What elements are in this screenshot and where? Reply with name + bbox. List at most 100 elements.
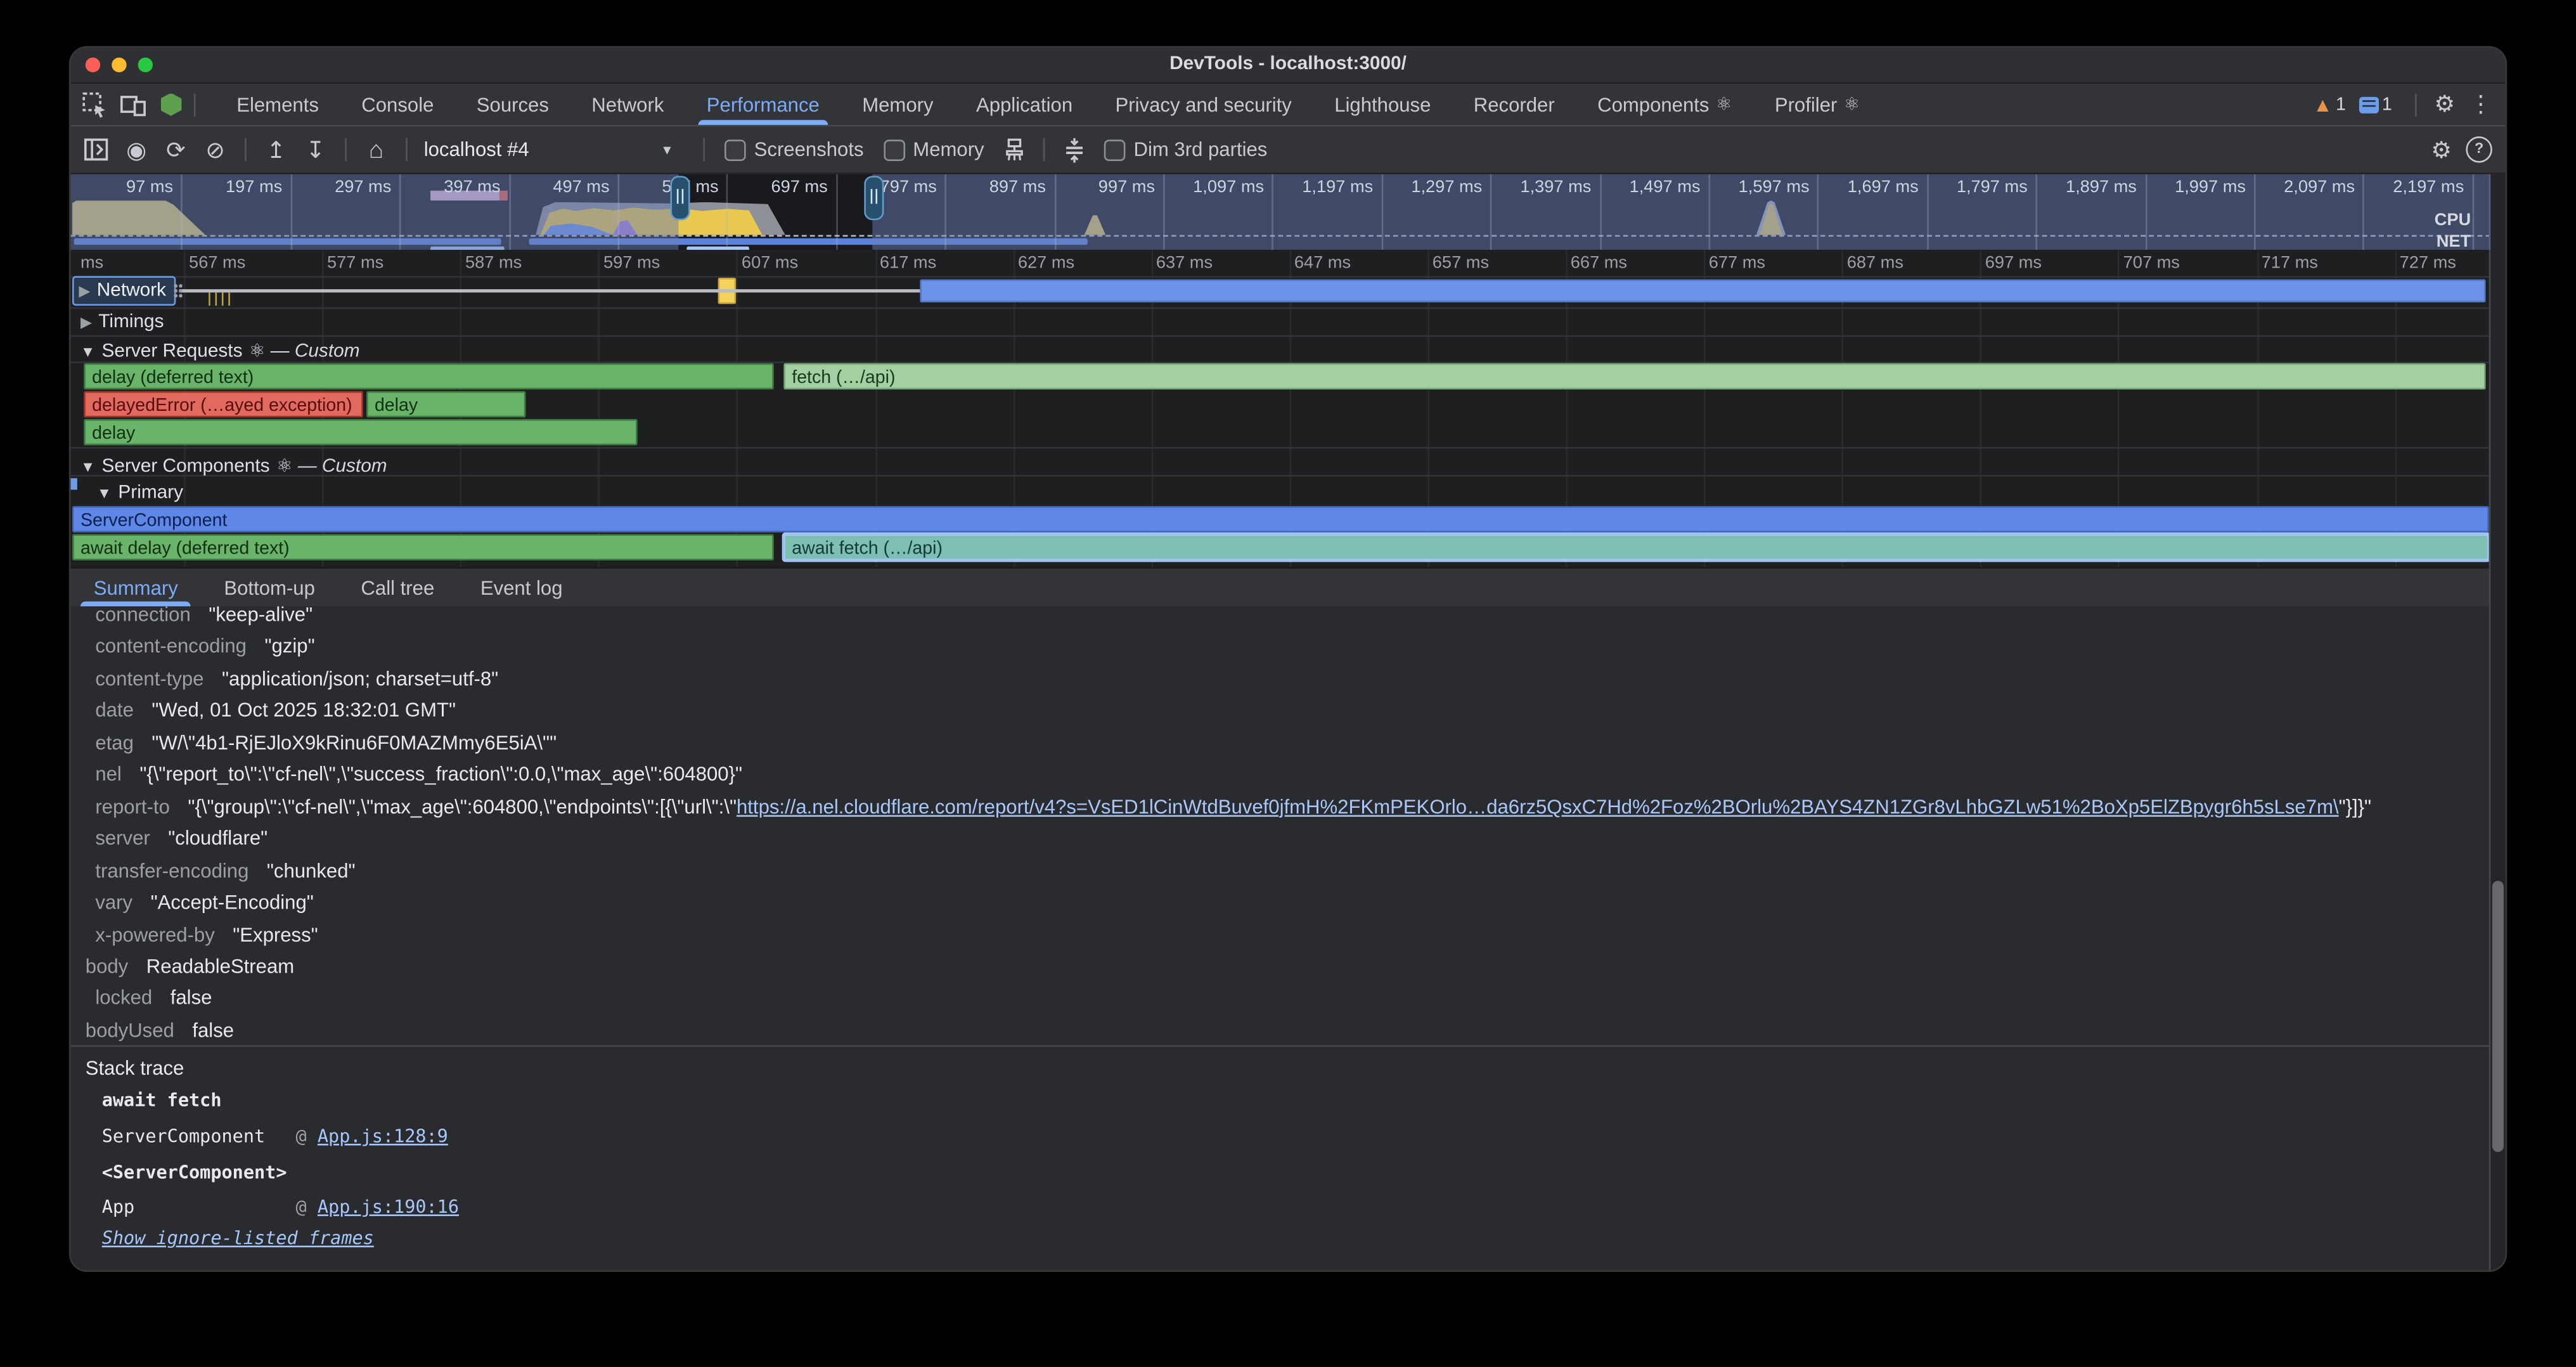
- overview-tick-label: 197 ms: [181, 178, 283, 197]
- window-title: DevTools - localhost:3000/: [70, 48, 2505, 82]
- event-bar[interactable]: fetch (…/api): [783, 363, 2485, 389]
- tab-console[interactable]: Console: [340, 84, 456, 125]
- track-network-label[interactable]: ▶Network: [74, 278, 174, 304]
- event-bar[interactable]: ServerComponent: [72, 506, 2489, 532]
- header-key: vary: [95, 891, 132, 914]
- event-bar[interactable]: delay (deferred text): [84, 363, 774, 389]
- details-tab-call-tree[interactable]: Call tree: [338, 569, 457, 607]
- ruler-tick-label: 607 ms: [742, 253, 798, 273]
- summary-pane: connection"keep-alive"content-encoding"g…: [70, 606, 2490, 1045]
- row-separator: [70, 308, 2490, 309]
- panel-settings-gear-icon[interactable]: ⚙: [2423, 136, 2459, 164]
- record-button[interactable]: ◉: [117, 136, 156, 164]
- source-location-link[interactable]: App.js:128:9: [318, 1125, 448, 1147]
- flame-chart[interactable]: ms567 ms577 ms587 ms597 ms607 ms617 ms62…: [70, 250, 2490, 567]
- header-value: false: [171, 987, 212, 1009]
- header-value: "chunked": [267, 858, 356, 881]
- tab-label: Console: [361, 93, 434, 115]
- header-value: "W/\"4b1-RjEJloX9kRinu6F0MAZMmy6E5iA\"": [151, 731, 557, 754]
- warnings-badge[interactable]: ▲1: [2313, 93, 2346, 115]
- clear-button[interactable]: ⊘: [195, 136, 235, 164]
- extension-icon[interactable]: [158, 91, 184, 117]
- ruler-tick-label: 597 ms: [603, 253, 660, 273]
- event-bar[interactable]: delay: [366, 391, 525, 417]
- tab-elements[interactable]: Elements: [216, 84, 340, 125]
- header-row-transfer-encoding: transfer-encoding"chunked": [70, 855, 2490, 886]
- inspect-element-icon[interactable]: [82, 91, 108, 117]
- history-select[interactable]: localhost #4 ▼: [424, 138, 687, 161]
- overview-tick-label: 97 ms: [71, 178, 173, 197]
- overview-window-left-handle[interactable]: [670, 176, 690, 220]
- header-key: report-to: [95, 795, 170, 818]
- tab-recorder[interactable]: Recorder: [1452, 84, 1576, 125]
- settings-gear-icon[interactable]: ⚙: [2426, 91, 2463, 119]
- more-options-icon[interactable]: ⋮: [2463, 91, 2499, 119]
- tab-performance[interactable]: Performance: [685, 84, 840, 125]
- tab-components[interactable]: Components⚛: [1576, 84, 1753, 125]
- load-profile-icon[interactable]: ↥: [256, 136, 295, 164]
- right-gutter: [2489, 174, 2506, 1271]
- track-drag-handle[interactable]: [172, 283, 183, 299]
- home-icon[interactable]: ⌂: [356, 136, 396, 164]
- details-tab-event-log[interactable]: Event log: [458, 569, 586, 607]
- checkbox-box: [724, 139, 746, 160]
- overview-window-right-handle[interactable]: [864, 176, 884, 220]
- tab-label: Performance: [707, 93, 820, 115]
- event-bar[interactable]: delay: [84, 419, 637, 445]
- track-primary-label[interactable]: ▼Primary: [97, 483, 183, 503]
- overview-tick-label: 297 ms: [290, 178, 392, 197]
- dim-3rd-parties-checkbox[interactable]: Dim 3rd parties: [1104, 138, 1268, 161]
- tab-label: Elements: [236, 93, 319, 115]
- network-request-bar-blue[interactable]: [920, 280, 2485, 302]
- overview-tick-label: 697 ms: [726, 178, 828, 197]
- stack-frame: await fetch: [102, 1089, 222, 1111]
- collect-garbage-icon[interactable]: [994, 138, 1033, 161]
- reload-and-record-button[interactable]: ⟳: [156, 136, 195, 164]
- ruler-tick-label: 697 ms: [1985, 253, 2042, 273]
- help-icon[interactable]: ?: [2466, 136, 2492, 162]
- ruler-unit-label: ms: [80, 253, 103, 273]
- vertical-scrollbar[interactable]: [2492, 881, 2504, 1152]
- toggle-sidebar-icon[interactable]: [77, 138, 117, 161]
- divider: [194, 93, 196, 115]
- memory-checkbox[interactable]: Memory: [884, 138, 984, 161]
- header-row-date: date"Wed, 01 Oct 2025 18:32:01 GMT": [70, 696, 2490, 727]
- tab-network[interactable]: Network: [570, 84, 685, 125]
- cpu-track-label: CPU: [2435, 211, 2471, 230]
- event-bar[interactable]: delayedError (…ayed exception): [84, 391, 363, 417]
- stack-frame: App@ App.js:190:16: [102, 1196, 459, 1218]
- network-event-tick: [228, 292, 230, 306]
- details-tab-bottom-up[interactable]: Bottom-up: [201, 569, 338, 607]
- track-server-components-label[interactable]: ▼Server Components⚛ — Custom: [80, 455, 387, 477]
- ruler-tick-label: 727 ms: [2400, 253, 2456, 273]
- screenshots-checkbox[interactable]: Screenshots: [724, 138, 864, 161]
- tab-label: Sources: [477, 93, 549, 115]
- details-tab-summary[interactable]: Summary: [70, 569, 201, 607]
- overview-tick-label: 597 ms: [617, 178, 719, 197]
- tab-memory[interactable]: Memory: [841, 84, 955, 125]
- show-ignore-listed-frames-link[interactable]: Show ignore-listed frames: [102, 1228, 374, 1249]
- ruler-tick-label: 667 ms: [1571, 253, 1627, 273]
- header-key: nel: [95, 763, 122, 786]
- tab-privacy-and-security[interactable]: Privacy and security: [1094, 84, 1313, 125]
- tab-application[interactable]: Application: [955, 84, 1094, 125]
- tab-profiler[interactable]: Profiler⚛: [1753, 84, 1881, 125]
- tab-lighthouse[interactable]: Lighthouse: [1313, 84, 1453, 125]
- event-bar[interactable]: await delay (deferred text): [72, 534, 774, 560]
- device-toolbar-icon[interactable]: [120, 91, 146, 117]
- header-value: "gzip": [264, 635, 314, 658]
- header-row-server: server"cloudflare": [70, 824, 2490, 855]
- track-server-requests-label[interactable]: ▼Server Requests⚛ — Custom: [80, 340, 360, 362]
- report-to-url-link[interactable]: https://a.nel.cloudflare.com/report/v4?s…: [737, 795, 2339, 818]
- timeline-overview[interactable]: 97 ms197 ms297 ms397 ms497 ms597 ms697 m…: [70, 174, 2490, 250]
- event-bar[interactable]: await fetch (…/api): [783, 534, 2489, 560]
- source-location-link[interactable]: App.js:190:16: [318, 1196, 459, 1218]
- save-profile-icon[interactable]: ↧: [296, 136, 335, 164]
- shrink-timeline-icon[interactable]: [1055, 137, 1094, 162]
- tab-sources[interactable]: Sources: [455, 84, 570, 125]
- overview-tick-label: 1,897 ms: [2035, 178, 2137, 197]
- issues-badge[interactable]: 1: [2359, 94, 2392, 114]
- divider: [2415, 93, 2417, 115]
- row-separator: [70, 447, 2490, 449]
- track-timings-label[interactable]: ▶Timings: [80, 312, 164, 332]
